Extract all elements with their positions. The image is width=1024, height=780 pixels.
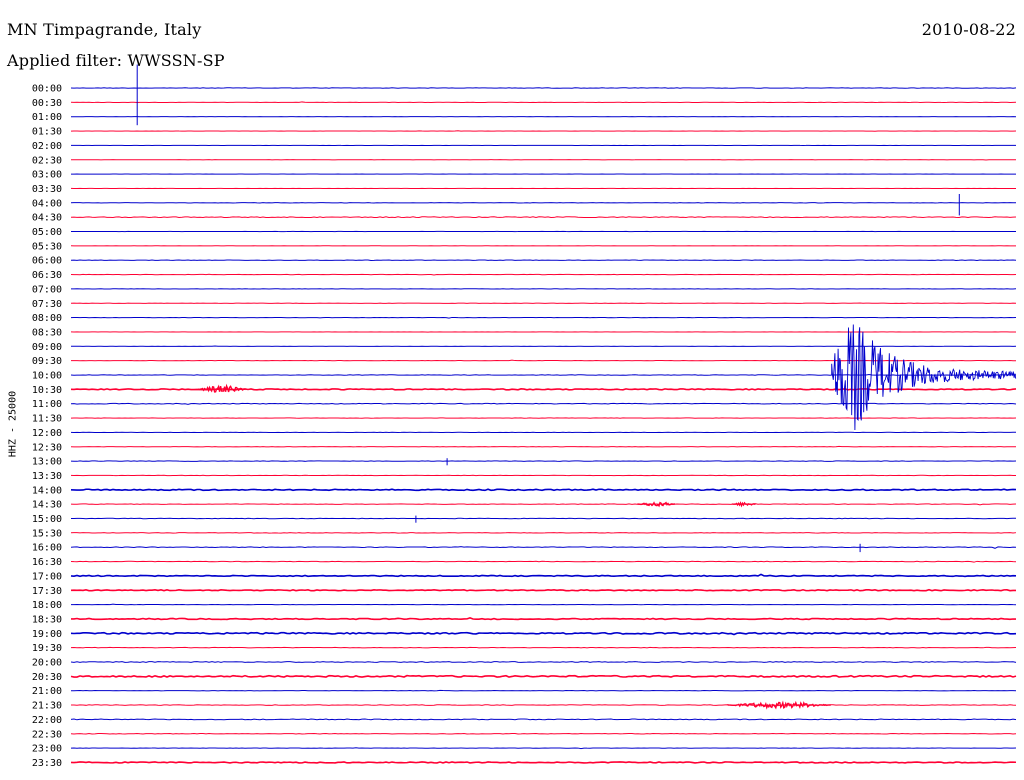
time-tick-label: 19:30 (32, 643, 62, 654)
trace-row (70, 101, 1017, 104)
time-tick-label: 21:30 (32, 701, 62, 712)
time-tick-label: 02:00 (32, 141, 62, 152)
time-label-layer: 00:00 00:30 01:00 01:30 02:00 02:30 03:00 03:30… (32, 84, 62, 769)
trace-row (70, 445, 1017, 448)
time-tick-label: 18:30 (32, 614, 62, 625)
trace-row (70, 718, 1017, 721)
time-tick-label: 03:30 (32, 184, 62, 195)
time-tick-label: 00:00 (32, 84, 62, 95)
time-tick-label: 19:00 (32, 629, 62, 640)
time-tick-label: 16:00 (32, 543, 62, 554)
helicorder-plot: 00:00 00:30 01:00 01:30 02:00 02:30 03:00 03:30… (32, 64, 1017, 769)
time-tick-label: 22:30 (32, 729, 62, 740)
trace-row (70, 704, 1017, 706)
time-tick-label: 04:30 (32, 213, 62, 224)
trace-row (70, 273, 1017, 276)
time-tick-label: 03:00 (32, 170, 62, 181)
time-tick-label: 23:30 (32, 758, 62, 769)
time-tick-label: 12:00 (32, 428, 62, 439)
time-tick-label: 10:00 (32, 371, 62, 382)
time-tick-label: 07:00 (32, 284, 62, 295)
time-tick-label: 15:00 (32, 514, 62, 525)
time-tick-label: 01:00 (32, 112, 62, 123)
time-tick-label: 11:00 (32, 399, 62, 410)
trace-layer (70, 64, 1017, 764)
time-tick-label: 05:30 (32, 241, 62, 252)
trace-row (70, 546, 1017, 549)
time-tick-label: 06:00 (32, 256, 62, 267)
trace-row (70, 560, 1017, 563)
time-tick-label: 15:30 (32, 528, 62, 539)
trace-row (70, 373, 1017, 376)
time-tick-label: 12:30 (32, 442, 62, 453)
time-tick-label: 17:30 (32, 586, 62, 597)
trace-row (70, 747, 1017, 750)
time-tick-label: 14:30 (32, 500, 62, 511)
trace-row (70, 661, 1017, 663)
time-tick-label: 06:30 (32, 270, 62, 281)
trace-row (70, 674, 1017, 678)
trace-row (70, 761, 1017, 764)
trace-row (70, 503, 1017, 506)
time-tick-label: 08:30 (32, 327, 62, 338)
time-tick-label: 21:00 (32, 686, 62, 697)
time-tick-label: 02:30 (32, 155, 62, 166)
time-tick-label: 10:30 (32, 385, 62, 396)
earthquake-event (831, 324, 1017, 431)
trace-row (70, 631, 1017, 636)
trace-row (70, 617, 1017, 621)
trace-row (70, 689, 1017, 692)
time-tick-label: 14:00 (32, 485, 62, 496)
time-tick-label: 00:30 (32, 98, 62, 109)
trace-row (70, 603, 1017, 606)
time-tick-label: 17:00 (32, 571, 62, 582)
trace-row (70, 588, 1017, 592)
trace-row (70, 488, 1017, 492)
time-tick-label: 20:30 (32, 672, 62, 683)
time-tick-label: 07:30 (32, 299, 62, 310)
time-tick-label: 05:00 (32, 227, 62, 238)
time-tick-label: 11:30 (32, 414, 62, 425)
time-tick-label: 13:00 (32, 457, 62, 468)
time-tick-label: 09:30 (32, 356, 62, 367)
trace-row (70, 359, 1017, 362)
trace-row (70, 216, 1017, 219)
time-tick-label: 04:00 (32, 198, 62, 209)
trace-row (70, 573, 1017, 578)
time-tick-label: 16:30 (32, 557, 62, 568)
time-tick-label: 18:00 (32, 600, 62, 611)
time-tick-label: 08:00 (32, 313, 62, 324)
time-tick-label: 22:00 (32, 715, 62, 726)
trace-row (70, 316, 1017, 319)
time-tick-label: 01:30 (32, 127, 62, 138)
time-tick-label: 20:00 (32, 658, 62, 669)
time-tick-label: 09:00 (32, 342, 62, 353)
trace-row (70, 402, 1017, 405)
time-tick-label: 23:00 (32, 744, 62, 755)
burst-event (731, 501, 756, 508)
time-tick-label: 13:30 (32, 471, 62, 482)
